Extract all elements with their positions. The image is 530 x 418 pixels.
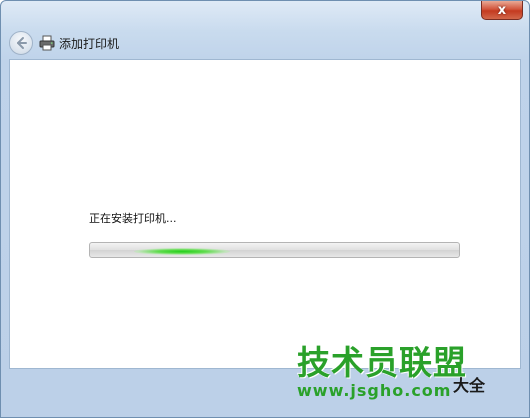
close-icon: x <box>497 2 507 18</box>
wizard-content-panel: 正在安装打印机... <box>9 59 521 369</box>
installing-status-text: 正在安装打印机... <box>89 212 177 225</box>
site-watermark: 技术员联盟 www.jsgho.com <box>297 346 467 399</box>
back-arrow-icon <box>17 37 27 49</box>
printer-icon <box>39 35 55 51</box>
close-button[interactable]: x <box>481 1 523 20</box>
back-button[interactable] <box>9 31 33 55</box>
window-title: 添加打印机 <box>59 36 120 51</box>
progress-marquee-glow <box>134 248 230 255</box>
watermark-tag: 大全 <box>453 376 486 395</box>
title-bar: 添加打印机 <box>9 29 119 57</box>
watermark-url: www.jsgho.com <box>297 381 452 400</box>
install-progress-bar <box>89 242 460 258</box>
watermark-brand: 技术员联盟 <box>297 343 467 382</box>
